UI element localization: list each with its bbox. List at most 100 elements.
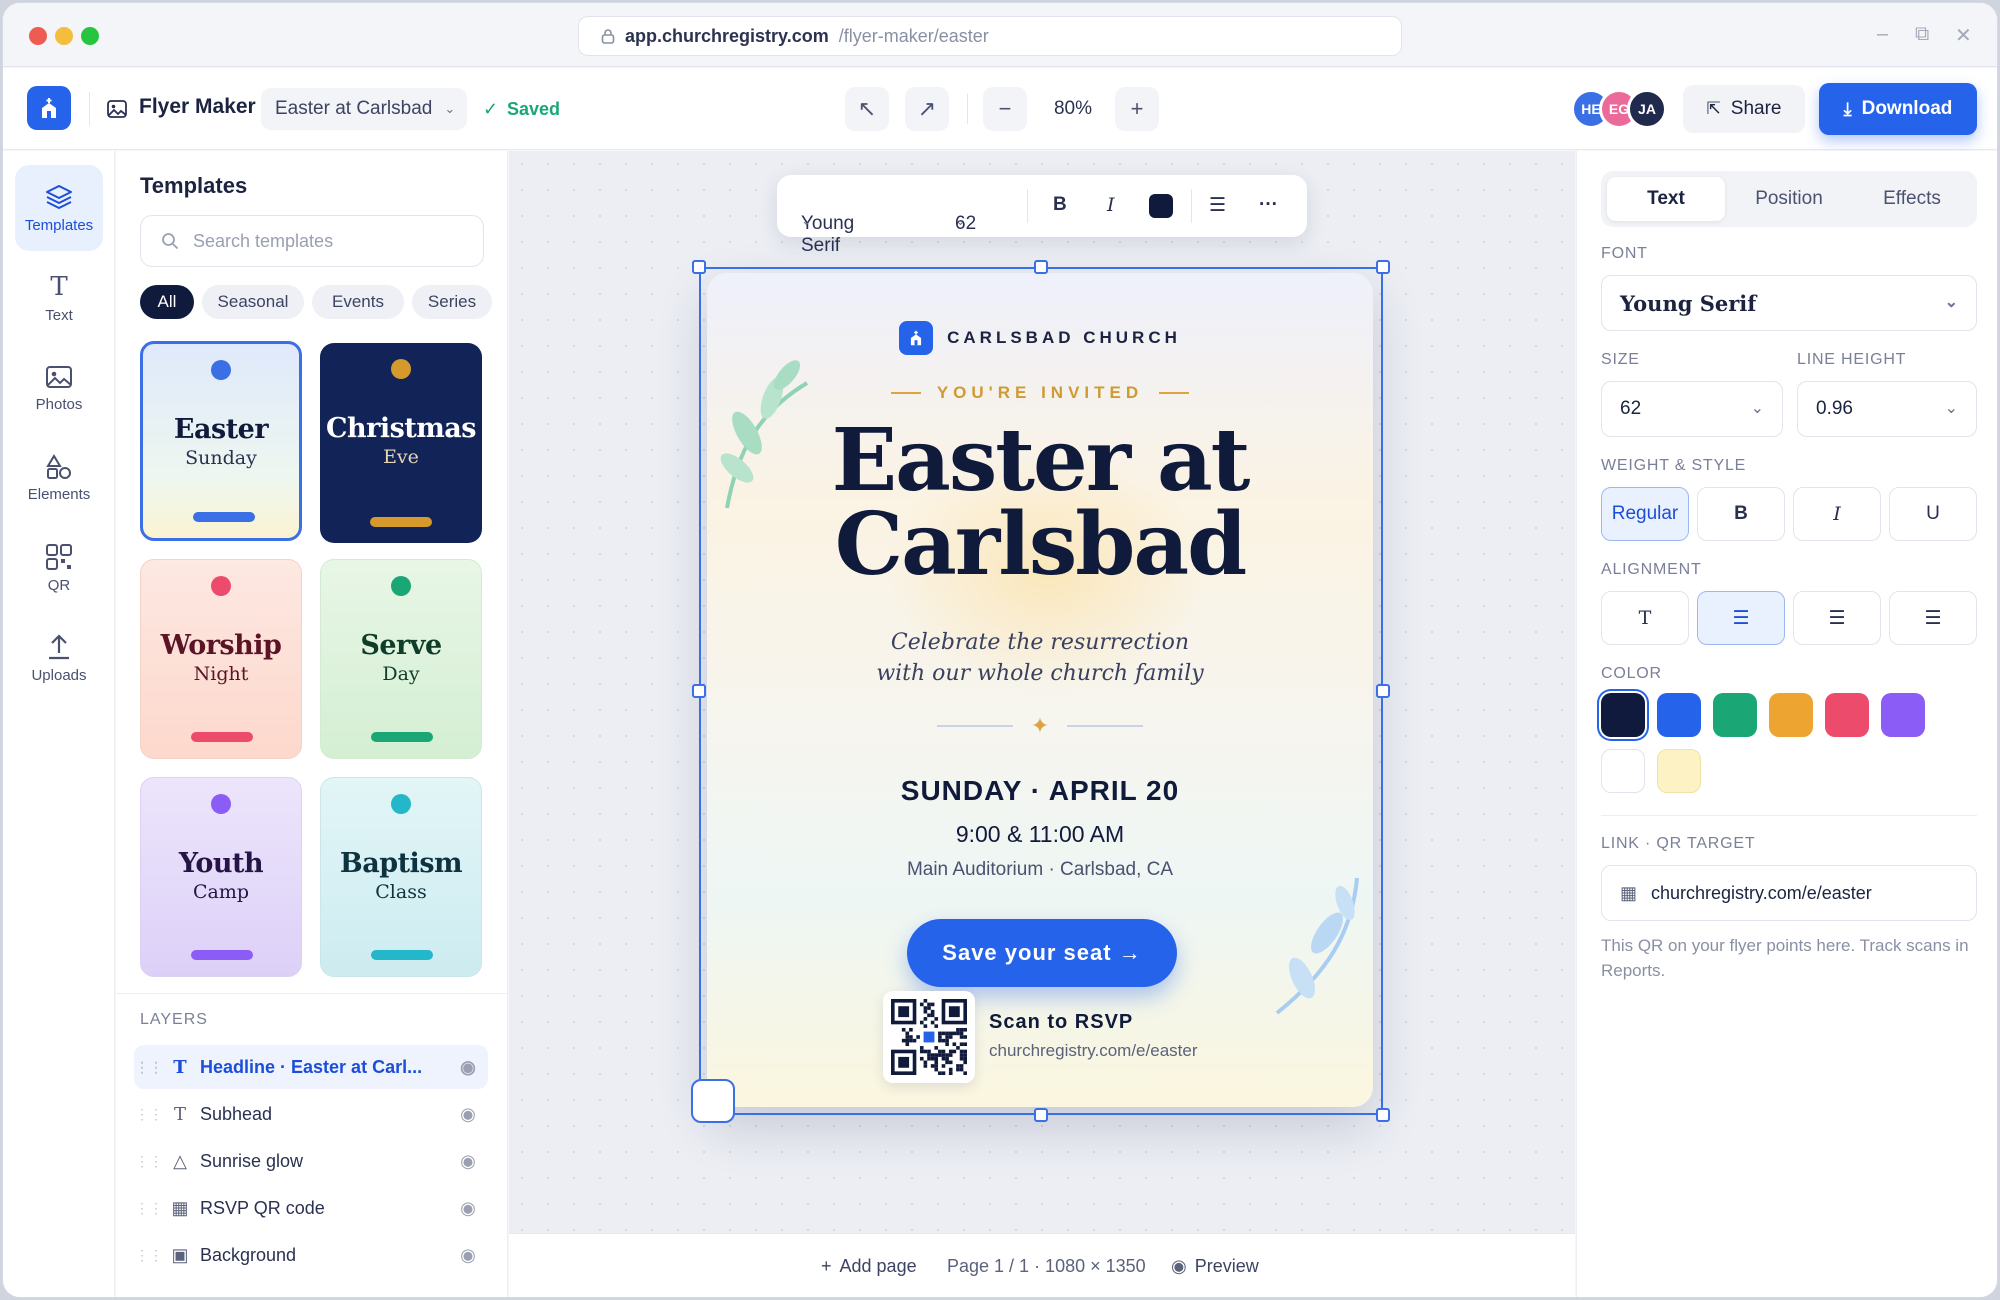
- resize-handle-n[interactable]: [1034, 260, 1048, 274]
- close-icon[interactable]: ✕: [1955, 23, 1972, 48]
- text-case-button[interactable]: T: [1601, 591, 1689, 645]
- document-name-dropdown[interactable]: Easter at Carlsbad ⌄: [261, 88, 467, 130]
- text-color-swatch[interactable]: [1149, 194, 1173, 218]
- italic-button[interactable]: I: [1793, 487, 1881, 541]
- rail-item-photos[interactable]: Photos: [15, 345, 103, 431]
- drag-handle-icon[interactable]: ⋮⋮: [134, 1059, 164, 1076]
- resize-handle-e[interactable]: [1376, 684, 1390, 698]
- rail-item-qr[interactable]: QR: [15, 525, 103, 611]
- weight-regular-button[interactable]: Regular: [1601, 487, 1689, 541]
- drag-handle-icon[interactable]: ⋮⋮: [134, 1200, 164, 1217]
- resize-handle-se[interactable]: [1376, 1108, 1390, 1122]
- resize-handle-ne[interactable]: [1376, 260, 1390, 274]
- arrow-up-right-icon: ↗: [917, 96, 937, 121]
- eye-icon[interactable]: ◉: [448, 1245, 488, 1266]
- layer-row-rsvp-qr[interactable]: ⋮⋮ ▦ RSVP QR code ◉: [134, 1186, 488, 1230]
- headline[interactable]: Easter at Carlsbad: [707, 418, 1373, 588]
- size-select[interactable]: 62 ⌄: [1601, 381, 1783, 437]
- rail-item-text[interactable]: T Text: [15, 255, 103, 341]
- tab-text[interactable]: Text: [1607, 177, 1725, 221]
- resize-handle-nw[interactable]: [692, 260, 706, 274]
- card-subtitle: Camp: [192, 881, 250, 903]
- undo-button[interactable]: ↖: [845, 87, 889, 131]
- zoom-out-button[interactable]: −: [983, 87, 1027, 131]
- bold-button[interactable]: B: [1697, 487, 1785, 541]
- flyer-artboard[interactable]: CARLSBAD CHURCH YOU'RE INVITED Easter at…: [707, 273, 1373, 1107]
- search-input[interactable]: Search templates: [140, 215, 484, 267]
- church-logo-icon[interactable]: [27, 86, 71, 130]
- resize-handle-w[interactable]: [692, 684, 706, 698]
- color-swatch-cream[interactable]: [1657, 749, 1701, 793]
- zoom-in-button[interactable]: +: [1115, 87, 1159, 131]
- eye-icon[interactable]: ◉: [448, 1057, 488, 1078]
- rail-item-elements[interactable]: Elements: [15, 435, 103, 521]
- filter-chip-all[interactable]: All: [140, 285, 194, 319]
- redo-button[interactable]: ↗: [905, 87, 949, 131]
- template-card-youth[interactable]: Youth Camp: [140, 777, 302, 977]
- properties-panel: Text Position Effects FONT Young Serif ⌄…: [1576, 151, 1997, 1297]
- bold-button[interactable]: B: [1053, 194, 1067, 216]
- more-icon[interactable]: ···: [1259, 194, 1278, 216]
- layer-row-background[interactable]: ⋮⋮ ▣ Background ◉: [134, 1233, 488, 1277]
- drag-handle-icon[interactable]: ⋮⋮: [134, 1247, 164, 1264]
- add-page-button[interactable]: + Add page: [821, 1256, 917, 1277]
- minimize-icon[interactable]: –: [1877, 23, 1888, 46]
- color-swatch-violet[interactable]: [1881, 693, 1925, 737]
- color-swatch-rose[interactable]: [1825, 693, 1869, 737]
- maximize-window-dot[interactable]: [81, 27, 99, 45]
- template-card-christmas[interactable]: Christmas Eve: [320, 343, 482, 543]
- drag-handle-icon[interactable]: ⋮⋮: [134, 1106, 164, 1123]
- template-card-baptism[interactable]: Baptism Class: [320, 777, 482, 977]
- underline-button[interactable]: U: [1889, 487, 1977, 541]
- tab-position[interactable]: Position: [1730, 177, 1848, 221]
- color-swatch-amber[interactable]: [1769, 693, 1813, 737]
- italic-button[interactable]: I: [1107, 194, 1115, 216]
- template-card-serve[interactable]: Serve Day: [320, 559, 482, 759]
- template-card-easter[interactable]: Easter Sunday: [140, 341, 302, 541]
- preview-button[interactable]: ◉ Preview: [1171, 1256, 1259, 1277]
- rail-item-templates[interactable]: Templates: [15, 165, 103, 251]
- line-height-select[interactable]: 0.96 ⌄: [1797, 381, 1977, 437]
- align-left-button[interactable]: ☰: [1793, 591, 1881, 645]
- popout-icon[interactable]: ⧉: [1915, 23, 1929, 46]
- font-select[interactable]: Young Serif ⌄: [1601, 275, 1977, 331]
- event-location: Main Auditorium · Carlsbad, CA: [906, 859, 1174, 880]
- zoom-level[interactable]: 80%: [1043, 98, 1103, 120]
- rail-item-uploads[interactable]: Uploads: [15, 615, 103, 701]
- align-center-icon[interactable]: ☰: [1209, 194, 1226, 217]
- layer-row-sunrise-glow[interactable]: ⋮⋮ △ Sunrise glow ◉: [134, 1139, 488, 1183]
- link-input[interactable]: ▦ churchregistry.com/e/easter: [1601, 865, 1977, 921]
- color-swatch-navy[interactable]: [1601, 693, 1645, 737]
- image-icon: ▣: [171, 1244, 189, 1265]
- layer-row-headline[interactable]: ⋮⋮ T Headline · Easter at Carl... ◉: [134, 1045, 488, 1089]
- eye-icon[interactable]: ◉: [448, 1198, 488, 1219]
- address-bar[interactable]: app.churchregistry.com /flyer-maker/east…: [578, 16, 1402, 56]
- filter-chip-seasonal[interactable]: Seasonal: [202, 285, 304, 319]
- color-swatch-green[interactable]: [1713, 693, 1757, 737]
- save-seat-button[interactable]: Save your seat →: [907, 919, 1177, 987]
- rsvp-qr-code[interactable]: [883, 991, 975, 1083]
- minimize-window-dot[interactable]: [55, 27, 73, 45]
- download-button[interactable]: ⤓ Download: [1819, 83, 1977, 135]
- subhead[interactable]: Celebrate the resurrection with our whol…: [707, 627, 1373, 689]
- layer-name: Background: [200, 1244, 297, 1265]
- template-card-worship[interactable]: Worship Night: [140, 559, 302, 759]
- color-swatch-blue[interactable]: [1657, 693, 1701, 737]
- align-center-button[interactable]: ☰: [1697, 591, 1785, 645]
- avatar[interactable]: JA: [1627, 89, 1667, 129]
- layer-name: RSVP QR code: [200, 1197, 325, 1218]
- close-window-dot[interactable]: [29, 27, 47, 45]
- color-swatch-white[interactable]: [1601, 749, 1645, 793]
- eye-icon[interactable]: ◉: [448, 1104, 488, 1125]
- layer-row-subhead[interactable]: ⋮⋮ T Subhead ◉: [134, 1092, 488, 1136]
- align-right-button[interactable]: ☰: [1889, 591, 1977, 645]
- tab-effects[interactable]: Effects: [1853, 177, 1971, 221]
- share-button[interactable]: ⇱ Share: [1683, 85, 1805, 133]
- resize-handle-sw[interactable]: [691, 1079, 735, 1123]
- resize-handle-s[interactable]: [1034, 1108, 1048, 1122]
- drag-handle-icon[interactable]: ⋮⋮: [134, 1153, 164, 1170]
- filter-chip-events[interactable]: Events: [312, 285, 404, 319]
- eye-icon[interactable]: ◉: [448, 1151, 488, 1172]
- filter-chip-series[interactable]: Series: [412, 285, 492, 319]
- rail-label: Uploads: [31, 666, 87, 684]
